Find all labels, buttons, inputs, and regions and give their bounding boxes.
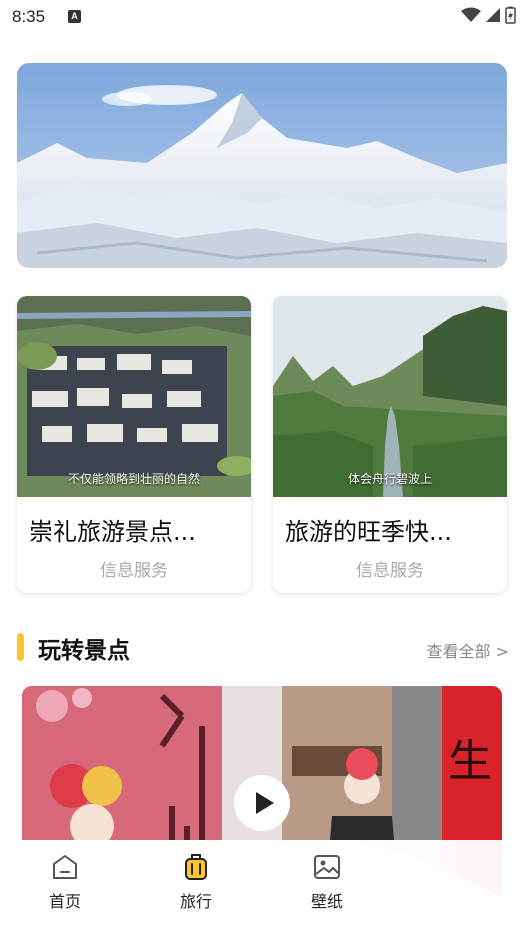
notification-icon: A	[68, 10, 81, 23]
card-subtitle: 信息服务	[356, 561, 424, 581]
image-icon	[314, 855, 340, 879]
card-subtitle: 信息服务	[100, 561, 168, 581]
karst-river-image	[273, 296, 507, 497]
view-all-link[interactable]: 查看全部 >	[427, 638, 510, 662]
play-button[interactable]	[234, 775, 290, 831]
hero-banner[interactable]	[17, 63, 507, 268]
tab-home[interactable]: 首页	[25, 852, 105, 912]
tab-label: 壁纸	[310, 892, 343, 911]
card-title: 旅游的旺季快...	[285, 518, 452, 546]
card-image-caption: 不仅能领略到壮丽的自然	[67, 472, 200, 486]
snow-mountain-image	[17, 63, 507, 268]
tab-wallpaper[interactable]: 壁纸	[287, 852, 367, 912]
section-accent-bar	[17, 633, 24, 661]
status-icons	[461, 6, 516, 24]
attraction-card-chongli[interactable]: 不仅能领略到壮丽的自然 崇礼旅游景点... 信息服务	[17, 296, 251, 593]
play-icon	[256, 792, 274, 814]
signal-icon	[486, 8, 500, 22]
tab-label: 旅行	[179, 892, 212, 911]
card-title: 崇礼旅游景点...	[29, 518, 196, 546]
status-bar: 8:35 A	[0, 0, 524, 36]
tab-label: 首页	[48, 892, 81, 911]
section-title: 玩转景点	[38, 638, 130, 664]
wifi-icon	[461, 7, 481, 22]
town-aerial-image	[17, 296, 251, 497]
tab-travel[interactable]: 旅行	[156, 852, 236, 912]
card-image: 体会舟行碧波上	[273, 296, 507, 497]
status-time: 8:35	[12, 7, 46, 26]
battery-charging-icon	[505, 6, 516, 24]
video-banner-text: 生	[448, 736, 492, 787]
attraction-card-peak-season[interactable]: 体会舟行碧波上 旅游的旺季快... 信息服务	[273, 296, 507, 593]
card-image: 不仅能领略到壮丽的自然	[17, 296, 251, 497]
bottom-tab-bar: 首页 旅行 壁纸	[0, 840, 524, 931]
card-image-caption: 体会舟行碧波上	[347, 472, 432, 486]
home-icon	[53, 855, 77, 879]
luggage-icon	[185, 854, 207, 880]
